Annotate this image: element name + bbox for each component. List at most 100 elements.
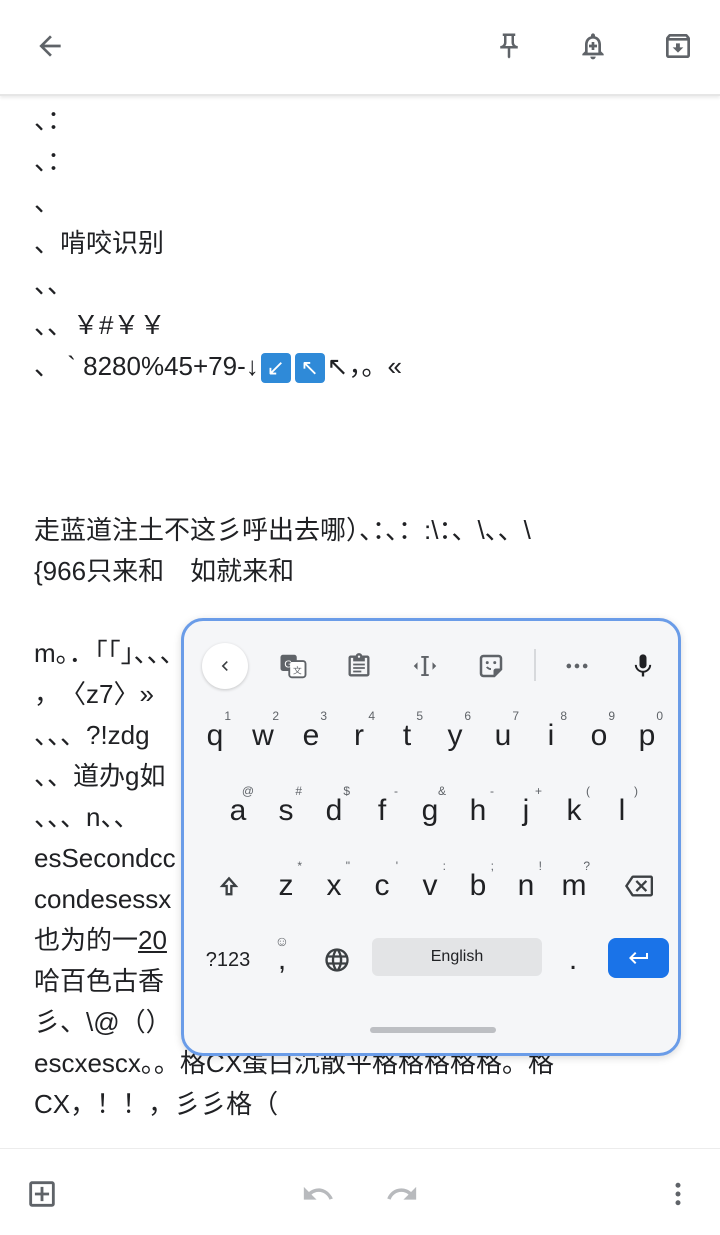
key-label: f xyxy=(377,794,387,827)
pin-icon[interactable] xyxy=(485,22,533,70)
note-line: 、、￥#￥￥ xyxy=(34,310,166,340)
backspace-icon xyxy=(625,875,653,897)
key-hint: + xyxy=(534,784,542,798)
key-hint: @ xyxy=(241,784,254,798)
key-h[interactable]: h- xyxy=(455,780,501,842)
note-line-text: 也为的一 xyxy=(34,925,139,955)
keyboard-drag-handle[interactable] xyxy=(370,1027,496,1033)
key-label: y xyxy=(447,719,463,752)
key-n[interactable]: n! xyxy=(503,855,549,917)
note-line: 、： xyxy=(34,146,74,176)
collapse-toolbar-button[interactable] xyxy=(202,643,248,689)
note-line: 、啃咬识别 xyxy=(34,228,165,258)
key-hint: # xyxy=(295,784,302,798)
key-hint: ? xyxy=(583,859,590,873)
key-x[interactable]: x " xyxy=(311,855,357,917)
emoji-smiley-icon: ☺ xyxy=(274,933,289,949)
key-label: l xyxy=(618,794,626,827)
key-v[interactable]: v: xyxy=(407,855,453,917)
text-cursor-icon[interactable] xyxy=(402,643,448,689)
clipboard-icon[interactable] xyxy=(336,643,382,689)
redo-icon[interactable] xyxy=(378,1170,426,1218)
key-hint: 3 xyxy=(320,709,327,723)
enter-key[interactable] xyxy=(608,938,669,978)
top-app-bar xyxy=(0,0,720,96)
backspace-key[interactable] xyxy=(614,855,664,917)
key-t[interactable]: t5 xyxy=(384,705,430,767)
back-arrow-icon[interactable] xyxy=(26,22,74,70)
key-label: h xyxy=(469,794,487,827)
key-a[interactable]: a @ xyxy=(215,780,261,842)
key-f[interactable]: f- xyxy=(359,780,405,842)
key-hint: & xyxy=(437,784,446,798)
key-hint: ( xyxy=(586,784,590,798)
key-label: z xyxy=(278,869,294,902)
key-label: e xyxy=(302,719,320,752)
key-label: d xyxy=(325,794,343,827)
key-l[interactable]: l) xyxy=(599,780,645,842)
key-u[interactable]: u7 xyxy=(480,705,526,767)
key-c[interactable]: c ' xyxy=(359,855,405,917)
toolbar-divider xyxy=(534,649,536,681)
comma-emoji-key[interactable]: ☺, xyxy=(264,929,300,991)
key-label: m xyxy=(561,869,587,902)
space-bar[interactable]: English xyxy=(372,938,542,976)
key-y[interactable]: y6 xyxy=(432,705,478,767)
bottom-toolbar xyxy=(0,1148,720,1235)
key-k[interactable]: k( xyxy=(551,780,597,842)
undo-icon[interactable] xyxy=(294,1170,342,1218)
key-j[interactable]: j + xyxy=(503,780,549,842)
key-label: English xyxy=(430,948,484,965)
microphone-icon[interactable] xyxy=(620,643,666,689)
more-horiz-icon[interactable] xyxy=(554,643,600,689)
key-b[interactable]: b; xyxy=(455,855,501,917)
note-line: 、、 xyxy=(34,269,74,299)
shift-key[interactable] xyxy=(204,855,254,917)
note-line: 、 xyxy=(34,187,61,217)
svg-text:文: 文 xyxy=(293,665,302,677)
key-p[interactable]: p0 xyxy=(624,705,670,767)
key-g[interactable]: g & xyxy=(407,780,453,842)
key-q[interactable]: q1 xyxy=(192,705,238,767)
key-d[interactable]: d $ xyxy=(311,780,357,842)
key-w[interactable]: w2 xyxy=(240,705,286,767)
period-key[interactable]: . xyxy=(555,929,591,991)
key-hint: - xyxy=(490,784,494,798)
key-label: o xyxy=(590,719,608,752)
key-label: u xyxy=(494,719,512,752)
enter-return-icon xyxy=(628,952,648,964)
key-label: . xyxy=(568,943,578,976)
key-label: g xyxy=(421,794,439,827)
key-r[interactable]: r4 xyxy=(336,705,382,767)
key-hint: : xyxy=(442,859,446,873)
globe-icon xyxy=(325,948,349,972)
key-label: b xyxy=(469,869,487,902)
language-globe-key[interactable] xyxy=(314,929,360,991)
underlined-text: 20 xyxy=(138,925,167,955)
archive-icon[interactable] xyxy=(654,22,702,70)
key-hint: - xyxy=(394,784,398,798)
symbols-key[interactable]: ?123 xyxy=(198,929,258,991)
shift-arrow-icon xyxy=(219,876,239,896)
key-e[interactable]: e3 xyxy=(288,705,334,767)
key-label: v xyxy=(422,869,438,902)
key-label: p xyxy=(638,719,656,752)
key-label: k xyxy=(566,794,582,827)
add-box-icon[interactable] xyxy=(18,1170,66,1218)
note-line: 、： xyxy=(34,105,74,135)
key-s[interactable]: s # xyxy=(263,780,309,842)
key-label: t xyxy=(402,719,412,752)
translate-icon[interactable]: G文 xyxy=(270,643,316,689)
key-m[interactable]: m? xyxy=(551,855,597,917)
key-hint: 9 xyxy=(608,709,615,723)
key-hint: 5 xyxy=(416,709,423,723)
key-o[interactable]: o9 xyxy=(576,705,622,767)
key-z[interactable]: z * xyxy=(263,855,309,917)
key-label: w xyxy=(252,719,274,752)
more-vert-icon[interactable] xyxy=(654,1170,702,1218)
key-i[interactable]: i8 xyxy=(528,705,574,767)
reminder-bell-icon[interactable] xyxy=(569,22,617,70)
sticker-icon[interactable] xyxy=(468,643,514,689)
key-label: a xyxy=(229,794,247,827)
